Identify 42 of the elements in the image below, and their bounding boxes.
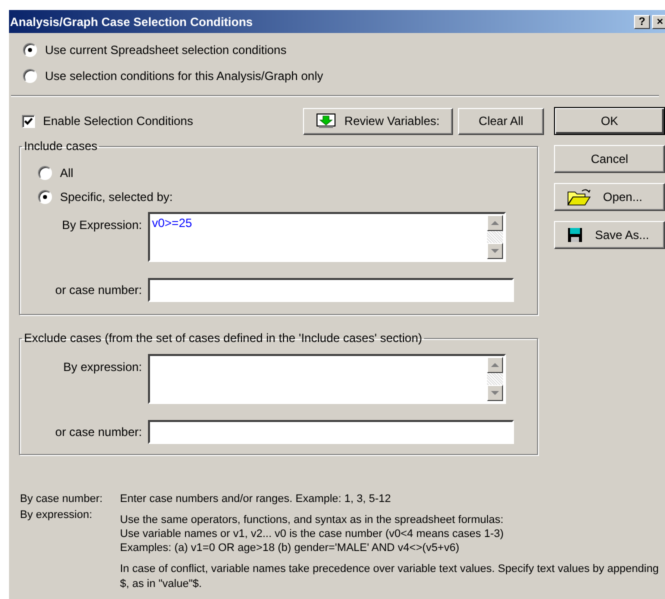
scroll-down-icon[interactable] — [487, 243, 503, 259]
radio-label: Use selection conditions for this Analysis/Graph only — [45, 69, 324, 83]
window-title: Analysis/Graph Case Selection Conditions — [10, 14, 254, 28]
expression-field[interactable]: v0>=25 — [148, 212, 506, 262]
scroll-down-icon[interactable] — [487, 385, 503, 401]
group-title: Include cases — [23, 139, 98, 153]
folder-icon — [567, 188, 591, 206]
ok-button[interactable]: OK — [554, 107, 665, 135]
open-button[interactable]: Open... — [554, 183, 665, 211]
close-button[interactable]: × — [652, 14, 665, 28]
help-term: By expression: — [20, 509, 94, 523]
help-text: Use variable names or v1, v2... v0 is the case number (v0<4 means cases 1-3) — [120, 528, 504, 540]
checkbox[interactable] — [22, 114, 35, 128]
clear-all-button[interactable]: Clear All — [458, 108, 544, 134]
save-as-button[interactable]: Save As... — [554, 221, 665, 249]
field-label: By expression: — [62, 360, 143, 374]
review-variables-button[interactable]: Review Variables: — [303, 108, 453, 134]
help-text: Examples: (a) v1=0 OR age>18 (b) gender='MALE' AND v4<>(v5+v6) — [120, 542, 460, 554]
cancel-button[interactable]: Cancel — [554, 145, 665, 173]
radio-label: Specific, selected by: — [60, 190, 173, 204]
radio-button[interactable] — [38, 166, 52, 180]
expression-field[interactable] — [148, 354, 506, 404]
radio-button[interactable] — [23, 43, 37, 57]
field-label: By Expression: — [60, 218, 143, 232]
case-number-field[interactable] — [148, 278, 514, 302]
radio-button[interactable] — [38, 190, 52, 204]
help-text: Enter case numbers and/or ranges. Example: 1, 3, 5-12 — [120, 493, 391, 505]
checkbox-label: Enable Selection Conditions — [43, 114, 194, 128]
radio-label: All — [60, 166, 74, 180]
help-button[interactable]: ? — [634, 14, 650, 28]
scroll-up-icon[interactable] — [487, 215, 503, 231]
case-number-field[interactable] — [148, 420, 514, 444]
radio-label: Use current Spreadsheet selection conditions — [45, 43, 286, 57]
help-note: In case of conflict, variable names take precedence over variable text values. Specify text values by appending $, as in "value"$. — [120, 562, 660, 592]
group-title: Exclude cases (from the set of cases defined in the 'Include cases' section) — [23, 331, 424, 345]
help-text: Use the same operators, functions, and syntax as in the spreadsheet formulas: — [120, 514, 504, 526]
scroll-up-icon[interactable] — [487, 357, 503, 373]
field-label: or case number: — [54, 425, 143, 439]
field-label: or case number: — [54, 283, 143, 297]
help-term: By case number: — [20, 493, 104, 505]
expression-text: v0>=25 — [152, 216, 192, 230]
radio-button[interactable] — [23, 69, 37, 83]
